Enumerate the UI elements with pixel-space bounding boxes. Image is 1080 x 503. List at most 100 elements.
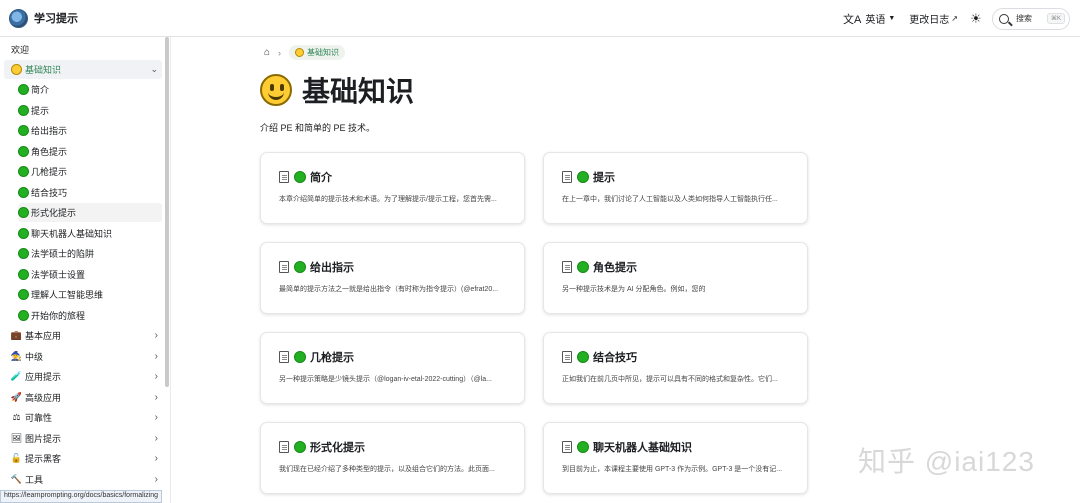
green-circle-icon bbox=[18, 84, 29, 95]
sidebar-item-label: 法学硕士的陷阱 bbox=[31, 249, 95, 259]
card-title: 形式化提示 bbox=[310, 442, 365, 454]
sidebar-section-advanced-applications[interactable]: 🚀 高级应用 › bbox=[4, 388, 162, 407]
breadcrumb: ⌂ › 基础知识 bbox=[264, 45, 346, 60]
sidebar-subitem-formalizing[interactable]: 形式化提示 bbox=[18, 203, 162, 222]
card-title: 给出指示 bbox=[310, 262, 354, 274]
green-circle-icon bbox=[294, 351, 306, 363]
sidebar-item-label: 工具 bbox=[25, 475, 44, 485]
language-dropdown[interactable]: 文A 英语 ▼ bbox=[843, 11, 895, 27]
document-icon bbox=[279, 351, 289, 363]
green-circle-icon bbox=[18, 187, 29, 198]
card-title: 结合技巧 bbox=[593, 352, 637, 364]
doc-card-few-shot[interactable]: 几枪提示 另一种提示策略是少镜头提示（@logan-iv-etal-2022-c… bbox=[260, 332, 525, 404]
search-label: 搜索 bbox=[1016, 14, 1032, 23]
sidebar-item-label: 提示 bbox=[31, 106, 50, 116]
theme-toggle-sun-icon[interactable]: ☀ bbox=[968, 11, 984, 27]
sidebar-subitem-combining[interactable]: 结合技巧 bbox=[18, 183, 162, 202]
sidebar-item-label: 提示黑客 bbox=[25, 454, 62, 464]
sidebar-item-label: 简介 bbox=[31, 85, 50, 95]
search-icon bbox=[999, 13, 1009, 24]
card-description: 最简单的提示方法之一就是给出指令（有时称为指令提示）(@efrat20... bbox=[279, 286, 499, 293]
doc-card-intro[interactable]: 简介 本章介绍简单的提示技术和术语。为了理解提示/提示工程，您首先需... bbox=[260, 152, 525, 224]
sidebar-item-label: 中级 bbox=[25, 352, 44, 362]
chevron-right-icon[interactable]: › bbox=[155, 453, 158, 464]
mage-icon: 🧙 bbox=[10, 351, 23, 361]
green-circle-icon bbox=[294, 171, 306, 183]
chevron-right-icon[interactable]: › bbox=[155, 330, 158, 341]
sidebar-item-basics[interactable]: 基础知识 ⌄ bbox=[4, 60, 162, 79]
sidebar-item-label: 形式化提示 bbox=[31, 208, 77, 218]
green-circle-icon bbox=[18, 207, 29, 218]
sidebar-subitem-roles[interactable]: 角色提示 bbox=[18, 142, 162, 161]
sidebar-subitem-instructions[interactable]: 给出指示 bbox=[18, 121, 162, 140]
sidebar-section-applied-prompting[interactable]: 🧪 应用提示 › bbox=[4, 367, 162, 386]
chevron-right-icon[interactable]: › bbox=[155, 412, 158, 423]
chevron-right-icon: › bbox=[278, 47, 282, 58]
sidebar-section-tools[interactable]: 🔨 工具 › bbox=[4, 470, 162, 489]
document-icon bbox=[279, 261, 289, 273]
page-title-row: 基础知识 bbox=[260, 70, 414, 110]
green-circle-icon bbox=[18, 166, 29, 177]
changelog-link[interactable]: 更改日志 ↗ bbox=[909, 11, 958, 26]
doc-card-instructions[interactable]: 给出指示 最简单的提示方法之一就是给出指令（有时称为指令提示）(@efrat20… bbox=[260, 242, 525, 314]
card-description: 到目前为止，本课程主要使用 GPT-3 作为示例。GPT-3 是一个没有记... bbox=[562, 466, 783, 473]
sidebar-item-label: 欢迎 bbox=[11, 45, 30, 55]
sidebar-subitem-pitfalls[interactable]: 法学硕士的陷阱 bbox=[18, 244, 162, 263]
smiley-icon bbox=[295, 48, 305, 57]
document-icon bbox=[279, 441, 289, 453]
sidebar-item-label: 给出指示 bbox=[31, 126, 68, 136]
brand-link[interactable]: 学习提示 bbox=[9, 8, 78, 28]
brand-title: 学习提示 bbox=[34, 13, 78, 25]
sidebar-item-label: 基础知识 bbox=[25, 65, 62, 75]
link-status-bar: https://learnprompting.org/docs/basics/f… bbox=[0, 490, 163, 503]
chevron-right-icon[interactable]: › bbox=[155, 392, 158, 403]
card-description: 在上一章中，我们讨论了人工智能以及人类如何指导人工智能执行任... bbox=[562, 196, 778, 203]
chevron-right-icon[interactable]: › bbox=[155, 433, 158, 444]
sidebar-section-prompt-hacking[interactable]: 🔓 提示黑客 › bbox=[4, 449, 162, 468]
sidebar-section-reliability[interactable]: ⚖ 可靠性 › bbox=[4, 408, 162, 427]
test-tube-icon: 🧪 bbox=[10, 371, 23, 381]
green-circle-icon bbox=[18, 310, 29, 321]
document-icon bbox=[562, 261, 572, 273]
home-icon[interactable]: ⌂ bbox=[264, 47, 270, 58]
green-circle-icon bbox=[577, 261, 589, 273]
sidebar-item-welcome[interactable]: 欢迎 bbox=[4, 40, 162, 59]
doc-card-prompting[interactable]: 提示 在上一章中，我们讨论了人工智能以及人类如何指导人工智能执行任... bbox=[543, 152, 808, 224]
chevron-right-icon[interactable]: › bbox=[155, 371, 158, 382]
document-icon bbox=[562, 351, 572, 363]
chevron-right-icon[interactable]: › bbox=[155, 351, 158, 362]
search-button[interactable]: 搜索 ⌘K bbox=[992, 7, 1070, 30]
sidebar-subitem-chatbot-basics[interactable]: 聊天机器人基础知识 bbox=[18, 224, 162, 243]
sidebar-section-intermediate[interactable]: 🧙 中级 › bbox=[4, 347, 162, 366]
card-description: 另一种提示策略是少镜头提示（@logan-iv-etal-2022-cuttin… bbox=[279, 376, 492, 383]
chevron-right-icon[interactable]: › bbox=[155, 474, 158, 485]
caret-down-icon: ▼ bbox=[888, 15, 896, 22]
sidebar-item-label: 几枪提示 bbox=[31, 167, 68, 177]
sidebar-subitem-start-journey[interactable]: 开始你的旅程 bbox=[18, 306, 162, 325]
card-title: 几枪提示 bbox=[310, 352, 354, 364]
sidebar-subitem-few-shot[interactable]: 几枪提示 bbox=[18, 162, 162, 181]
sidebar-subitem-ai-thinking[interactable]: 理解人工智能思维 bbox=[18, 285, 162, 304]
sidebar-subitem-intro[interactable]: 简介 bbox=[18, 80, 162, 99]
sidebar-section-image-prompting[interactable]: 🖼 图片提示 › bbox=[4, 429, 162, 448]
doc-card-roles[interactable]: 角色提示 另一种提示技术是为 AI 分配角色。例如，您的 bbox=[543, 242, 808, 314]
smiley-icon bbox=[11, 64, 22, 75]
page-title: 基础知识 bbox=[302, 76, 415, 107]
card-description: 本章介绍简单的提示技术和术语。为了理解提示/提示工程，您首先需... bbox=[279, 196, 497, 203]
card-title: 简介 bbox=[310, 172, 332, 184]
chevron-down-icon[interactable]: ⌄ bbox=[150, 64, 158, 75]
document-icon bbox=[562, 441, 572, 453]
breadcrumb-current: 基础知识 bbox=[289, 45, 346, 60]
sidebar-item-label: 高级应用 bbox=[25, 393, 62, 403]
sidebar-scrollbar[interactable] bbox=[165, 37, 169, 387]
sidebar-section-basic-applications[interactable]: 💼 基本应用 › bbox=[4, 326, 162, 345]
green-circle-icon bbox=[577, 441, 589, 453]
sidebar-subitem-prompting[interactable]: 提示 bbox=[18, 101, 162, 120]
green-circle-icon bbox=[18, 269, 29, 280]
doc-card-formalizing[interactable]: 形式化提示 我们现在已经介绍了多种类型的提示，以及组合它们的方法。此页面... bbox=[260, 422, 525, 494]
doc-card-combining[interactable]: 结合技巧 正如我们在前几页中所见，提示可以具有不同的格式和复杂性。它们... bbox=[543, 332, 808, 404]
sidebar-subitem-settings[interactable]: 法学硕士设置 bbox=[18, 265, 162, 284]
doc-card-chatbot-basics[interactable]: 聊天机器人基础知识 到目前为止，本课程主要使用 GPT-3 作为示例。GPT-3… bbox=[543, 422, 808, 494]
site-logo bbox=[9, 8, 28, 28]
sidebar-item-label: 结合技巧 bbox=[31, 188, 68, 198]
